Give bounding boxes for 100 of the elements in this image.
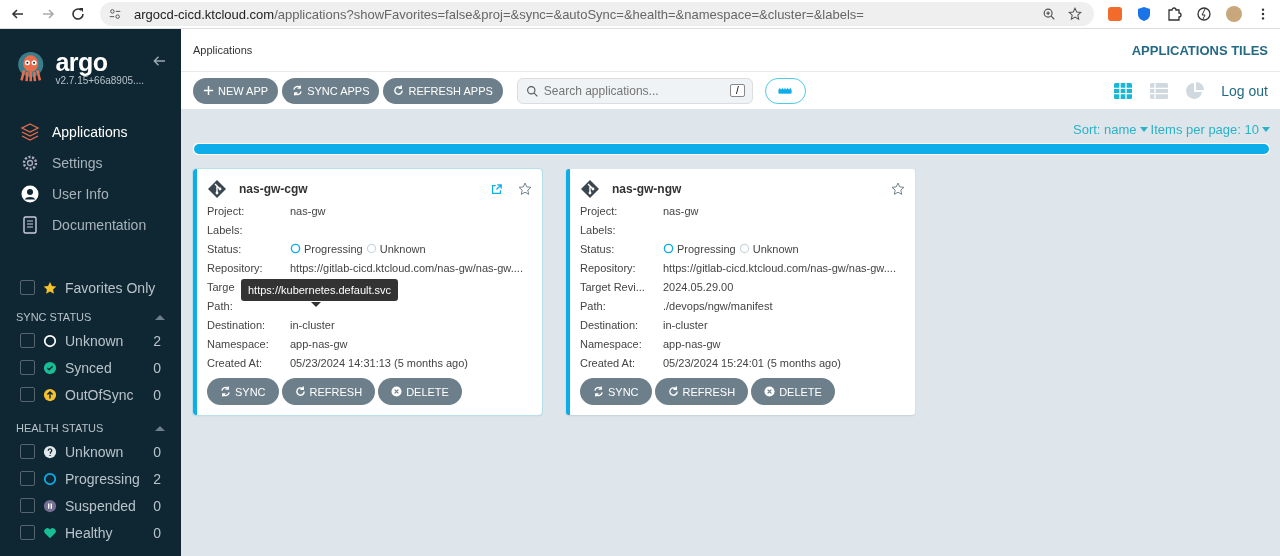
nav-item[interactable]: Documentation bbox=[0, 209, 181, 240]
extension-icon[interactable] bbox=[1108, 7, 1122, 21]
site-settings-icon[interactable] bbox=[108, 7, 122, 21]
performance-icon[interactable] bbox=[1196, 6, 1212, 22]
logout-link[interactable]: Log out bbox=[1221, 82, 1268, 99]
refresh-button[interactable]: REFRESH bbox=[654, 378, 749, 405]
refresh-button[interactable]: REFRESH bbox=[281, 378, 376, 405]
filter-toggle-button[interactable] bbox=[764, 77, 806, 104]
shield-icon[interactable] bbox=[1136, 6, 1152, 22]
delete-icon bbox=[391, 386, 403, 397]
checkbox[interactable] bbox=[20, 280, 35, 295]
app-name[interactable]: nas-gw-cgw bbox=[239, 182, 308, 196]
field-label: Created At: bbox=[207, 356, 264, 369]
zoom-icon[interactable] bbox=[1042, 7, 1056, 21]
field-label: Destination: bbox=[207, 318, 267, 331]
checkbox[interactable] bbox=[20, 444, 35, 459]
git-icon bbox=[207, 179, 227, 199]
sync-button[interactable]: SYNC bbox=[580, 378, 652, 405]
refresh-apps-button[interactable]: REFRESH APPS bbox=[383, 77, 503, 104]
progressing-status-icon bbox=[663, 243, 674, 254]
field-value: 05/23/2024 14:31:13 (5 months ago) bbox=[290, 356, 468, 369]
address-bar[interactable]: argocd-cicd.ktcloud.com/applications?showFavorites=false&proj=&sync=&autoSync=&health=&namespace=&cluster=&labels= bbox=[100, 2, 1094, 26]
filter-label: Healthy bbox=[65, 524, 113, 541]
field-value: ./devops/ngw/manifest bbox=[663, 299, 773, 312]
sync-icon bbox=[292, 85, 304, 96]
filter-label: Progressing bbox=[65, 470, 140, 487]
layers-icon bbox=[20, 121, 40, 142]
filter-label: Unknown bbox=[65, 443, 124, 460]
nav-item[interactable]: User Info bbox=[0, 178, 181, 209]
favorite-star-icon[interactable] bbox=[518, 182, 532, 196]
field-label: Project: bbox=[207, 204, 246, 217]
field-label: Path: bbox=[207, 299, 234, 312]
field-label: Project: bbox=[580, 204, 619, 217]
filter-count: 0 bbox=[153, 497, 161, 514]
filter-count: 2 bbox=[153, 332, 161, 349]
logo-text: argo bbox=[55, 49, 109, 75]
delete-button[interactable]: DELETE bbox=[378, 378, 462, 405]
tooltip: https://kubernetes.default.svc bbox=[241, 279, 399, 301]
field-value: in-cluster bbox=[290, 318, 335, 331]
url-text: argocd-cicd.ktcloud.com/applications?showFavorites=false&proj=&sync=&autoSync=&health=&namespace=&cluster=&labels= bbox=[134, 6, 865, 22]
app-name[interactable]: nas-gw-ngw bbox=[612, 182, 682, 196]
checkbox[interactable] bbox=[20, 333, 35, 348]
refresh-icon bbox=[667, 386, 679, 397]
filter-label: Synced bbox=[65, 359, 112, 376]
puzzle-icon[interactable] bbox=[1166, 6, 1182, 22]
profile-avatar[interactable] bbox=[1226, 6, 1242, 22]
field-label: Labels: bbox=[207, 223, 244, 236]
refresh-icon bbox=[294, 386, 306, 397]
filter-count: 0 bbox=[153, 443, 161, 460]
delete-icon bbox=[764, 386, 776, 397]
sync-icon bbox=[593, 386, 604, 397]
caret-icon[interactable] bbox=[1139, 126, 1148, 132]
new-app-button[interactable]: NEW APP bbox=[193, 77, 279, 104]
filter-group-title: SYNC STATUS bbox=[16, 311, 92, 323]
nav-item[interactable]: Settings bbox=[0, 147, 181, 178]
filter-label: Unknown bbox=[65, 332, 124, 349]
version-text: v2.7.15+66a8905.... bbox=[55, 75, 145, 86]
field-value: nas-gw bbox=[663, 204, 699, 217]
sync-button[interactable]: SYNC bbox=[207, 378, 279, 405]
tooltip-arrow bbox=[311, 302, 321, 307]
checkbox[interactable] bbox=[20, 498, 35, 513]
nav-item[interactable]: Applications bbox=[0, 116, 181, 147]
health-status: Progressing bbox=[304, 242, 363, 255]
reload-icon[interactable] bbox=[70, 6, 86, 22]
filter-label: OutOfSync bbox=[65, 386, 134, 403]
checkbox[interactable] bbox=[20, 525, 35, 540]
pie-chart-icon[interactable] bbox=[1185, 80, 1206, 101]
sync-status: Unknown bbox=[379, 242, 426, 255]
collapse-caret-icon[interactable] bbox=[155, 313, 165, 321]
document-icon bbox=[20, 214, 40, 235]
application-card[interactable] bbox=[193, 169, 542, 415]
sync-apps-button[interactable]: SYNC APPS bbox=[282, 77, 380, 104]
filter-label: Favorites Only bbox=[65, 279, 156, 296]
external-link-icon[interactable] bbox=[491, 183, 502, 195]
field-value: app-nas-gw bbox=[663, 337, 721, 350]
collapse-caret-icon[interactable] bbox=[155, 424, 165, 432]
user-icon bbox=[20, 183, 40, 204]
sync-status: Unknown bbox=[752, 242, 799, 255]
filter-count: 0 bbox=[153, 524, 161, 541]
caret-icon[interactable] bbox=[1262, 126, 1270, 132]
field-label: Repository: bbox=[207, 261, 264, 274]
field-value: https://gitlab-cicd.ktcloud.com/nas-gw/nas-gw.... bbox=[290, 261, 523, 274]
delete-button[interactable]: DELETE bbox=[751, 378, 835, 405]
checkbox[interactable] bbox=[20, 471, 35, 486]
sync-icon bbox=[220, 386, 231, 397]
field-label: Status: bbox=[207, 242, 243, 255]
filter-group-title: HEALTH STATUS bbox=[16, 422, 104, 434]
tiles-view-icon[interactable] bbox=[1113, 80, 1134, 101]
field-label: Path: bbox=[580, 299, 607, 312]
field-label: Status: bbox=[580, 242, 616, 255]
favorite-star-icon[interactable] bbox=[891, 182, 905, 196]
breadcrumb[interactable]: Applications bbox=[193, 44, 253, 56]
unknown-status-icon bbox=[365, 243, 377, 254]
list-view-icon[interactable] bbox=[1149, 80, 1170, 101]
checkbox[interactable] bbox=[20, 387, 35, 402]
field-label: Created At: bbox=[580, 356, 637, 369]
field-label: Labels: bbox=[580, 223, 617, 236]
bookmark-star-icon[interactable] bbox=[1068, 7, 1082, 21]
checkbox[interactable] bbox=[20, 360, 35, 375]
field-label: Namespace: bbox=[580, 337, 643, 350]
